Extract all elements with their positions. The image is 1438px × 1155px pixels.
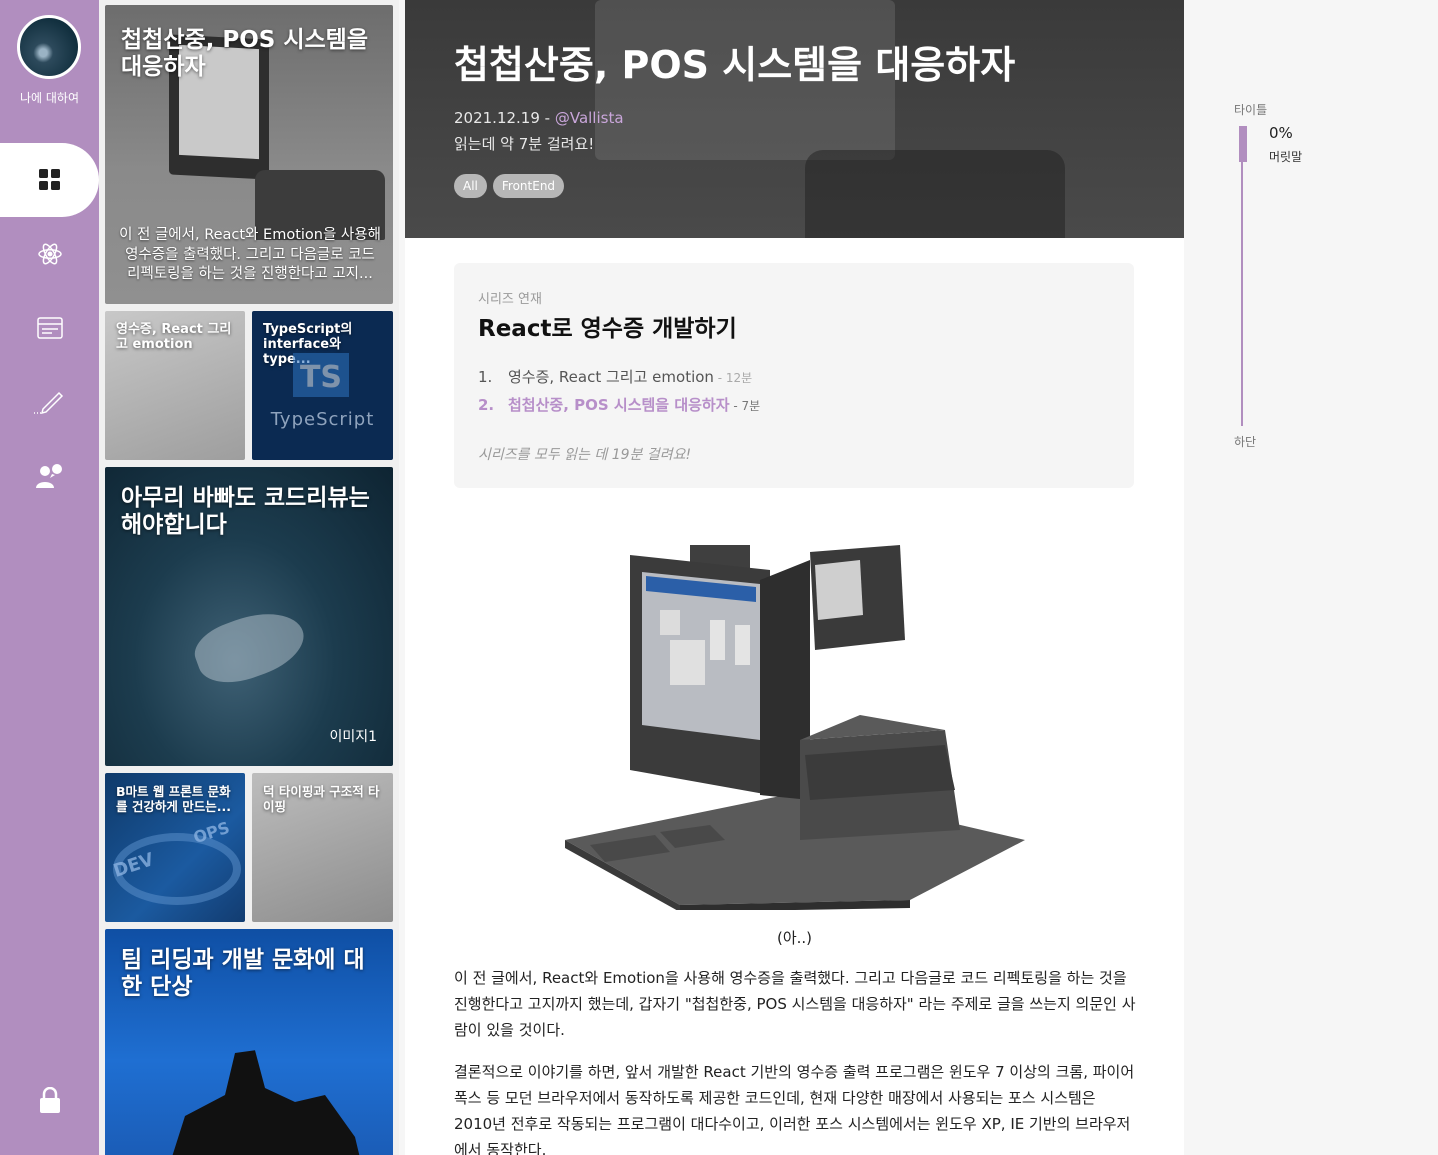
series-item-current[interactable]: 2. 첩첩산중, POS 시스템을 대응하자 - 7분: [478, 394, 760, 415]
toc-heading-link[interactable]: 머릿말: [1269, 148, 1302, 165]
nav-item-react[interactable]: [0, 217, 99, 291]
series-item-title: 첩첩산중, POS 시스템을 대응하자: [508, 396, 730, 414]
post-date: 2021.12.19 -: [454, 109, 555, 127]
article: 첩첩산중, POS 시스템을 대응하자 2021.12.19 - @Vallis…: [405, 0, 1184, 1155]
post-card-typescript[interactable]: TypeScript의 interface와 type... TS TypeSc…: [252, 311, 393, 460]
series-caption: 시리즈 연재: [478, 292, 542, 307]
post-card-title: B마트 웹 프론트 문화를 건강하게 만드는...: [116, 784, 231, 814]
article-hero: 첩첩산중, POS 시스템을 대응하자 2021.12.19 - @Vallis…: [405, 0, 1184, 238]
post-card-list: 첩첩산중, POS 시스템을 대응하자 이 전 글에서, React와 Emot…: [99, 0, 399, 1155]
paragraph: 이 전 글에서, React와 Emotion을 사용해 영수증을 출력했다. …: [454, 969, 1136, 1039]
post-card-team-leading[interactable]: 팀 리딩과 개발 문화에 대한 단상: [105, 929, 393, 1155]
post-card-title: 영수증, React 그리고 emotion: [116, 322, 232, 352]
series-item-title: 영수증, React 그리고 emotion: [508, 368, 714, 386]
nav-item-community[interactable]: [0, 439, 99, 513]
grid-icon: [38, 169, 60, 190]
post-card-pos[interactable]: 첩첩산중, POS 시스템을 대응하자 이 전 글에서, React와 Emot…: [105, 5, 393, 304]
post-card-excerpt: 이 전 글에서, React와 Emotion을 사용해 영수증을 출력했다. …: [119, 227, 381, 282]
hero-printer-image: [805, 150, 1065, 238]
lock-button[interactable]: [0, 1078, 99, 1122]
paragraph: 결론적으로 이야기를 하면, 앞서 개발한 React 기반의 영수증 출력 프…: [454, 1063, 1135, 1155]
series-total-time: 시리즈를 모두 읽는 데 19분 걸려요!: [478, 447, 692, 463]
post-author-link[interactable]: @Vallista: [555, 109, 624, 127]
toc-progress-track: [1241, 126, 1243, 426]
toc-progress-text: 0%: [1269, 124, 1293, 142]
climbers-silhouette-image: [165, 1050, 365, 1155]
post-card-code-review[interactable]: 아무리 바빠도 코드리뷰는 해야합니다 이미지1: [105, 467, 393, 766]
series-item-number: 1.: [478, 368, 493, 386]
tag-list: All FrontEnd: [454, 174, 565, 198]
react-icon: [37, 243, 62, 265]
series-item-minutes: - 12분: [713, 371, 753, 385]
nav-item-write[interactable]: [0, 365, 99, 439]
post-card-title: 첩첩산중, POS 시스템을 대응하자: [121, 27, 369, 80]
read-time: 읽는데 약 7분 걸려요!: [454, 135, 595, 153]
profile-avatar[interactable]: [17, 15, 81, 79]
nav-item-cards[interactable]: [0, 291, 99, 365]
post-card-receipt[interactable]: 영수증, React 그리고 emotion: [105, 311, 245, 460]
post-meta: 2021.12.19 - @Vallista: [454, 109, 624, 127]
post-card-duck-typing[interactable]: 덕 타이핑과 구조적 타이핑: [252, 773, 393, 922]
series-item-minutes: - 7분: [729, 399, 761, 413]
lying-figure-image: [188, 599, 312, 695]
tag-all[interactable]: All: [454, 174, 487, 198]
typescript-logo: TS: [293, 353, 349, 397]
post-card-title: 아무리 바빠도 코드리뷰는 해야합니다: [121, 485, 370, 538]
pos-system-image: [565, 545, 1025, 910]
table-of-contents: 타이틀 0% 머릿말 하단: [1184, 0, 1438, 1155]
pencil-icon: [33, 391, 63, 415]
lock-icon: [39, 1087, 60, 1113]
tag-frontend[interactable]: FrontEnd: [492, 174, 565, 198]
typescript-wordmark: TypeScript: [270, 409, 375, 430]
image-caption: (아..): [776, 929, 813, 947]
profile-label[interactable]: 나에 대하여: [0, 89, 99, 106]
toc-bottom-link[interactable]: 하단: [1234, 433, 1256, 450]
nav-item-posts[interactable]: [0, 143, 99, 217]
toc-progress-indicator: [1239, 126, 1247, 162]
sidebar: 나에 대하여: [0, 0, 99, 1155]
post-card-title: 덕 타이핑과 구조적 타이핑: [263, 784, 380, 814]
card-icon: [36, 317, 63, 339]
image-label: 이미지1: [329, 729, 377, 745]
series-box: 시리즈 연재 React로 영수증 개발하기 1. 영수증, React 그리고 …: [454, 263, 1134, 488]
series-item-number: 2.: [478, 396, 495, 414]
people-icon: [35, 464, 62, 488]
series-item[interactable]: 1. 영수증, React 그리고 emotion - 12분: [478, 366, 752, 387]
post-card-title: 팀 리딩과 개발 문화에 대한 단상: [121, 947, 365, 1000]
page-title: 첩첩산중, POS 시스템을 대응하자: [454, 43, 1016, 87]
toc-top-link[interactable]: 타이틀: [1234, 101, 1267, 118]
series-name: React로 영수증 개발하기: [478, 316, 737, 342]
post-card-bmart[interactable]: DEV OPS B마트 웹 프론트 문화를 건강하게 만드는...: [105, 773, 245, 922]
